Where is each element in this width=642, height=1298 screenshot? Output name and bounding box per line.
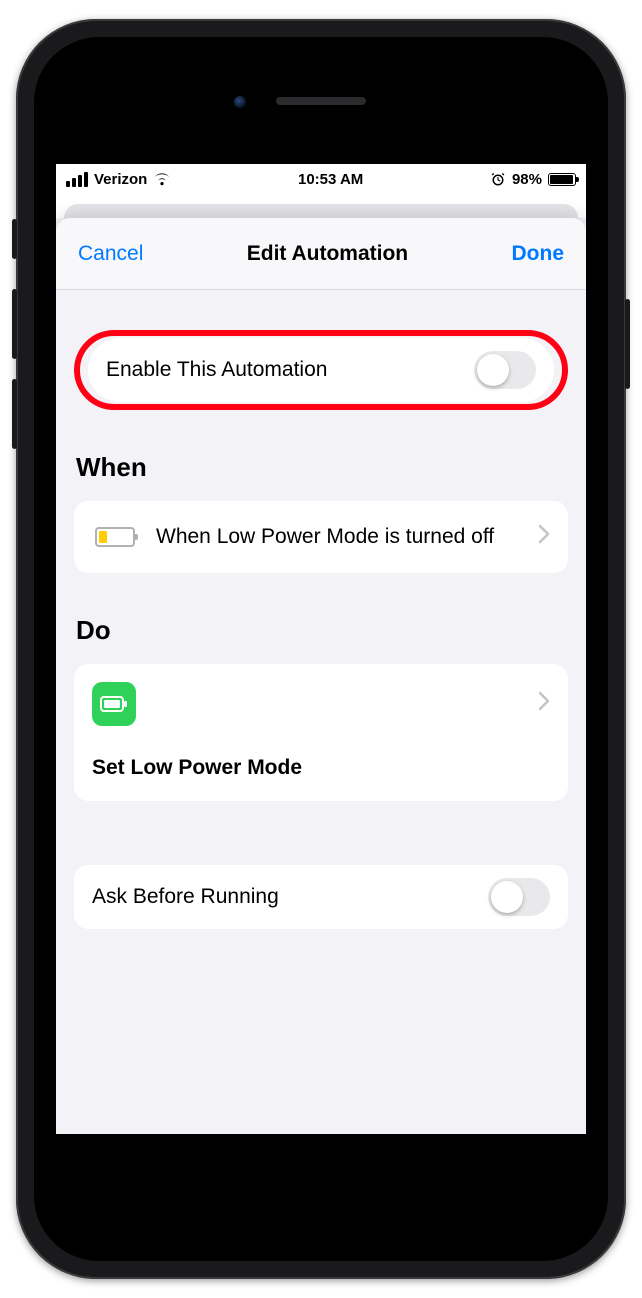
low-battery-icon	[92, 527, 138, 547]
enable-automation-toggle[interactable]	[474, 351, 536, 389]
ask-before-running-row[interactable]: Ask Before Running	[92, 865, 550, 929]
edit-automation-modal: Cancel Edit Automation Done Enable This …	[56, 218, 586, 1134]
spacer	[74, 801, 568, 865]
alarm-icon	[490, 171, 506, 187]
cellular-signal-icon	[66, 172, 88, 187]
when-row[interactable]: When Low Power Mode is turned off	[92, 501, 550, 573]
enable-automation-label: Enable This Automation	[106, 358, 460, 382]
power-button	[625, 299, 630, 389]
ask-before-running-card: Ask Before Running	[74, 865, 568, 929]
battery-icon	[548, 173, 576, 186]
do-section-title: Do	[76, 615, 566, 646]
ask-before-running-toggle[interactable]	[488, 878, 550, 916]
done-button[interactable]: Done	[512, 242, 565, 266]
carrier-label: Verizon	[94, 171, 147, 188]
enable-automation-card: Enable This Automation	[88, 338, 554, 402]
ask-before-running-label: Ask Before Running	[92, 885, 474, 909]
status-time: 10:53 AM	[298, 171, 363, 188]
when-section-title: When	[76, 452, 566, 483]
chevron-right-icon	[538, 690, 550, 718]
do-text: Set Low Power Mode	[92, 754, 550, 782]
do-row[interactable]: Set Low Power Mode	[92, 664, 550, 800]
modal-header: Cancel Edit Automation Done	[56, 218, 586, 290]
low-power-mode-app-icon	[92, 682, 136, 726]
highlight-annotation: Enable This Automation	[74, 330, 568, 410]
screen: Verizon 10:53 AM 98% Canc	[56, 164, 586, 1134]
wifi-icon	[153, 172, 171, 186]
chevron-right-icon	[538, 523, 550, 551]
status-left: Verizon	[66, 171, 171, 188]
cancel-button[interactable]: Cancel	[78, 242, 143, 266]
when-text: When Low Power Mode is turned off	[156, 523, 520, 551]
status-right: 98%	[490, 171, 576, 188]
status-bar: Verizon 10:53 AM 98%	[56, 164, 586, 194]
earpiece-speaker	[276, 97, 366, 105]
when-card: When Low Power Mode is turned off	[74, 501, 568, 573]
toggle-knob	[477, 354, 509, 386]
volume-down	[12, 379, 17, 449]
modal-title: Edit Automation	[247, 242, 408, 266]
phone-frame: Verizon 10:53 AM 98% Canc	[16, 19, 626, 1279]
top-bezel	[34, 37, 608, 164]
volume-up	[12, 289, 17, 359]
battery-percent: 98%	[512, 171, 542, 188]
mute-switch	[12, 219, 17, 259]
phone-inner: Verizon 10:53 AM 98% Canc	[34, 37, 608, 1261]
enable-automation-row[interactable]: Enable This Automation	[106, 338, 536, 402]
front-camera	[234, 96, 246, 108]
background-sheet	[56, 194, 586, 218]
modal-content: Enable This Automation When	[56, 290, 586, 1134]
do-card: Set Low Power Mode	[74, 664, 568, 800]
toggle-knob	[491, 881, 523, 913]
